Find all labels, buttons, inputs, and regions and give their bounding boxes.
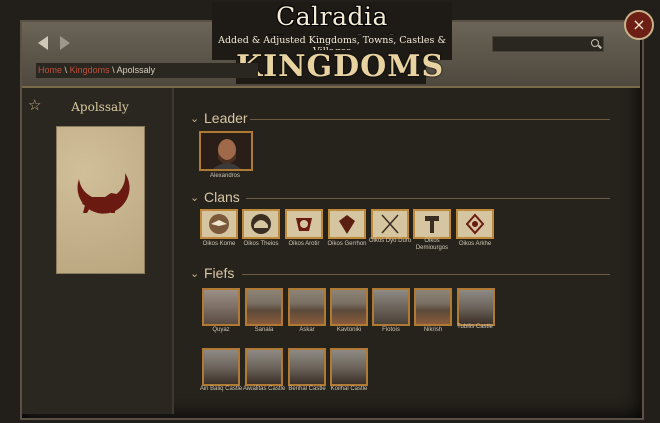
breadcrumb-current: Apolssaly [116, 65, 156, 75]
clan-name: Oikos Arotir [288, 241, 320, 247]
section-leader-label: Leader [204, 110, 248, 126]
page-title: KINGDOMS [236, 49, 445, 84]
clan-name: Oikos Gerrhon [327, 241, 367, 247]
fief-card[interactable] [245, 288, 283, 326]
divider [250, 119, 610, 120]
clan-card[interactable] [413, 209, 451, 239]
chevron-down-icon: ⌄ [190, 191, 200, 204]
fief-card[interactable] [372, 288, 410, 326]
search-box[interactable] [492, 36, 604, 52]
fief-card[interactable] [288, 288, 326, 326]
fief-card[interactable] [330, 348, 368, 386]
fief-name: Koilhal Castle [330, 386, 368, 392]
section-clans-header[interactable]: ⌄ Clans [190, 189, 640, 205]
fief-name: Nikrish [423, 327, 443, 333]
fief-card[interactable] [330, 288, 368, 326]
bird-emblem-icon [209, 214, 229, 234]
close-button[interactable]: × [624, 10, 654, 40]
fief-card[interactable] [414, 288, 452, 326]
back-arrow-icon[interactable] [38, 36, 48, 50]
clan-name: Oikos Kome [202, 241, 236, 247]
leader-portrait[interactable] [199, 131, 253, 171]
divider [246, 198, 610, 199]
clan-card[interactable] [371, 209, 409, 239]
breadcrumb-kingdoms-link[interactable]: Kingdoms [70, 65, 110, 75]
breadcrumb-separator: \ [64, 65, 68, 75]
faction-banner [56, 126, 145, 274]
faction-name: Apolssaly [71, 100, 129, 114]
fief-name: Aiwalitas Castle [242, 386, 286, 392]
fief-card[interactable] [202, 288, 240, 326]
clan-name: Oikos Theios [243, 241, 279, 247]
knot-emblem-icon [465, 213, 485, 235]
kingdoms-window: Calradia Expanded Added & Adjusted Kingd… [0, 0, 660, 423]
chevron-down-icon: ⌄ [190, 112, 200, 125]
hammer-emblem-icon [425, 216, 439, 233]
divider [242, 274, 610, 275]
section-fiefs-header[interactable]: ⌄ Fiefs [190, 265, 640, 281]
fief-name: Ain Baliq Castle [199, 386, 243, 392]
chevron-down-icon: ⌄ [190, 267, 200, 280]
fief-name: Tubilis Castle [457, 324, 493, 330]
clan-name: Oikos Arkhe [458, 241, 492, 247]
clan-card[interactable] [242, 209, 280, 239]
leader-name: Alexandros [209, 173, 241, 179]
title-block: Calradia Expanded Added & Adjusted Kingd… [212, 0, 452, 60]
lion-crescent-emblem-icon [77, 173, 130, 214]
shield-emblem-icon [339, 215, 355, 234]
breadcrumb: Home \ Kingdoms \ Apolssaly [36, 63, 258, 78]
search-icon[interactable] [591, 39, 599, 47]
section-fiefs-label: Fiefs [204, 265, 235, 281]
section-clans-label: Clans [204, 189, 240, 205]
fief-card[interactable] [202, 348, 240, 386]
favorite-star-icon[interactable]: ☆ [28, 96, 41, 114]
leader-face-image [201, 133, 251, 169]
fief-card[interactable] [288, 348, 326, 386]
section-leader-header[interactable]: ⌄ Leader [190, 110, 640, 126]
crossed-swords-emblem-icon [381, 214, 399, 234]
clan-card[interactable] [200, 209, 238, 239]
fief-card[interactable] [245, 348, 283, 386]
bull-emblem-icon [296, 218, 312, 231]
fief-card[interactable] [457, 288, 495, 326]
forward-arrow-icon[interactable] [60, 36, 70, 50]
clan-card[interactable] [328, 209, 366, 239]
clan-card[interactable] [285, 209, 323, 239]
fief-name: Berihal Castle [288, 386, 326, 392]
breadcrumb-home-link[interactable]: Home [38, 65, 62, 75]
helmet-emblem-icon [251, 214, 271, 234]
clan-card[interactable] [456, 209, 494, 239]
clan-name: Oikos Demiourgos [415, 238, 449, 251]
clan-name: Oikos Dyo Duro [368, 238, 412, 244]
breadcrumb-separator: \ [112, 65, 115, 75]
